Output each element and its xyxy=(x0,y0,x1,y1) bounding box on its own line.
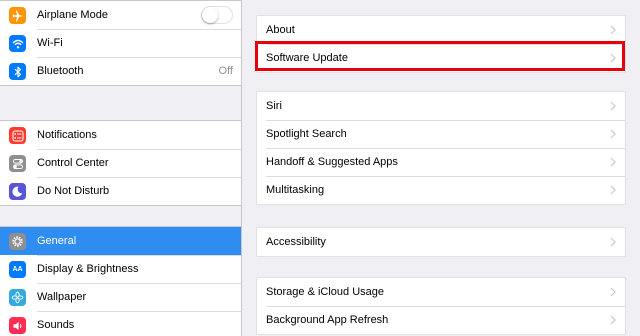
sidebar-item-bluetooth[interactable]: Bluetooth Off xyxy=(0,57,241,85)
display-icon-text: AA xyxy=(12,266,23,273)
sidebar-item-label: Display & Brightness xyxy=(37,263,139,275)
chevron-right-icon xyxy=(610,101,616,111)
gear-icon xyxy=(9,233,26,250)
multitasking-row[interactable]: Multitasking xyxy=(257,176,625,204)
detail-group-accessibility: Accessibility xyxy=(256,227,626,257)
speaker-icon xyxy=(9,317,26,334)
sidebar-item-notifications[interactable]: Notifications xyxy=(0,121,241,149)
display-icon: AA xyxy=(9,261,26,278)
sidebar-item-sounds[interactable]: Sounds xyxy=(0,311,241,336)
sidebar-item-label: General xyxy=(37,235,77,247)
sidebar-item-label: Bluetooth xyxy=(37,65,84,77)
accessibility-row[interactable]: Accessibility xyxy=(257,228,625,256)
chevron-right-icon xyxy=(610,315,616,325)
general-detail-pane: About Software Update Siri Spotlight Sea… xyxy=(242,0,640,336)
background-app-refresh-row[interactable]: Background App Refresh xyxy=(257,306,625,334)
sidebar-item-display-brightness[interactable]: AA Display & Brightness xyxy=(0,255,241,283)
sidebar-item-label: Notifications xyxy=(37,129,97,141)
sidebar-group-general: General AA Display & Brightness Wallpape… xyxy=(0,226,241,336)
multitasking-label: Multitasking xyxy=(266,184,325,196)
detail-group-siri: Siri Spotlight Search Handoff & Suggeste… xyxy=(256,91,626,205)
sidebar-item-label: Wi-Fi xyxy=(37,37,63,49)
sidebar-item-label: Airplane Mode xyxy=(37,9,108,21)
moon-icon xyxy=(9,183,26,200)
bluetooth-status: Off xyxy=(218,65,233,77)
airplane-mode-toggle[interactable] xyxy=(201,6,233,24)
wallpaper-flower-icon xyxy=(9,289,26,306)
software-update-label: Software Update xyxy=(266,52,348,64)
about-label: About xyxy=(266,24,295,36)
about-row[interactable]: About xyxy=(257,16,625,44)
handoff-row[interactable]: Handoff & Suggested Apps xyxy=(257,148,625,176)
sidebar-item-general[interactable]: General xyxy=(0,227,241,255)
notifications-icon xyxy=(9,127,26,144)
toggle-knob xyxy=(202,7,218,23)
spotlight-search-row[interactable]: Spotlight Search xyxy=(257,120,625,148)
chevron-right-icon xyxy=(610,53,616,63)
chevron-right-icon xyxy=(610,157,616,167)
sidebar-item-wifi[interactable]: Wi-Fi xyxy=(0,29,241,57)
wifi-icon xyxy=(9,35,26,52)
sidebar-item-airplane-mode[interactable]: Airplane Mode xyxy=(0,1,241,29)
detail-group-storage: Storage & iCloud Usage Background App Re… xyxy=(256,277,626,335)
sidebar-item-control-center[interactable]: Control Center xyxy=(0,149,241,177)
chevron-right-icon xyxy=(610,287,616,297)
sidebar-item-label: Wallpaper xyxy=(37,291,87,303)
detail-group-about: About Software Update xyxy=(256,15,626,73)
sidebar-item-label: Control Center xyxy=(37,157,109,169)
chevron-right-icon xyxy=(610,25,616,35)
siri-label: Siri xyxy=(266,100,282,112)
sidebar-item-label: Sounds xyxy=(37,319,75,331)
settings-sidebar: Airplane Mode Wi-Fi Bluetooth Off Notifi… xyxy=(0,0,242,336)
sidebar-item-do-not-disturb[interactable]: Do Not Disturb xyxy=(0,177,241,205)
background-app-refresh-label: Background App Refresh xyxy=(266,314,389,326)
chevron-right-icon xyxy=(610,185,616,195)
chevron-right-icon xyxy=(610,237,616,247)
bluetooth-icon xyxy=(9,63,26,80)
storage-row[interactable]: Storage & iCloud Usage xyxy=(257,278,625,306)
airplane-icon xyxy=(9,7,26,24)
sidebar-item-wallpaper[interactable]: Wallpaper xyxy=(0,283,241,311)
chevron-right-icon xyxy=(610,129,616,139)
sidebar-group-connectivity: Airplane Mode Wi-Fi Bluetooth Off xyxy=(0,0,241,86)
software-update-row[interactable]: Software Update xyxy=(257,44,625,72)
siri-row[interactable]: Siri xyxy=(257,92,625,120)
sidebar-group-notifications: Notifications Control Center Do Not Dist… xyxy=(0,120,241,206)
control-center-icon xyxy=(9,155,26,172)
sidebar-item-label: Do Not Disturb xyxy=(37,185,110,197)
accessibility-label: Accessibility xyxy=(266,236,326,248)
handoff-label: Handoff & Suggested Apps xyxy=(266,156,398,168)
storage-label: Storage & iCloud Usage xyxy=(266,286,385,298)
spotlight-search-label: Spotlight Search xyxy=(266,128,347,140)
